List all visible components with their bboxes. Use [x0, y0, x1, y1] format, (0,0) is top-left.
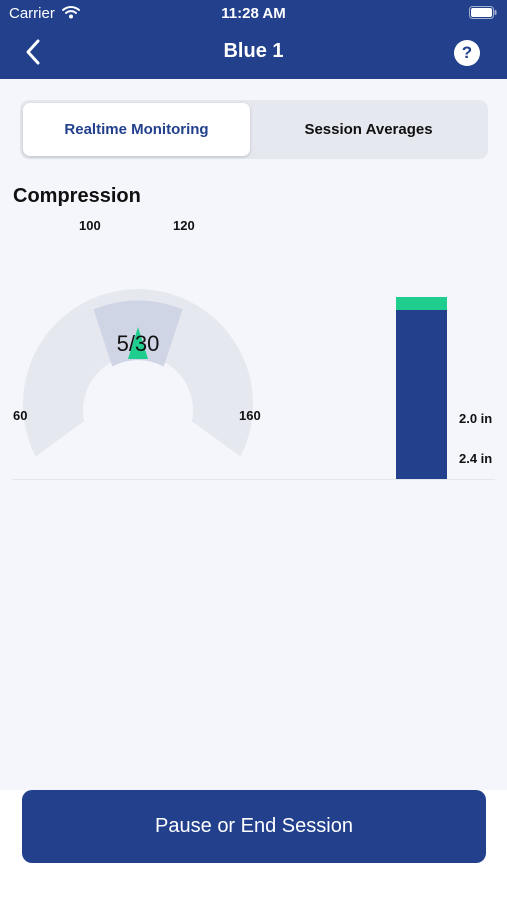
battery-icon [469, 6, 497, 19]
section-divider [12, 479, 495, 480]
tab-realtime-monitoring[interactable]: Realtime Monitoring [23, 103, 250, 156]
gauge-tick-100: 100 [79, 218, 101, 233]
gauge-tick-160: 160 [239, 408, 261, 423]
depth-label-lower: 2.4 in [459, 451, 493, 466]
status-bar: Carrier 11:28 AM [0, 0, 507, 28]
page-title: Blue 1 [223, 40, 284, 62]
main-content: Realtime Monitoring Session Averages Com… [0, 79, 507, 790]
tab-bar: Realtime Monitoring Session Averages [20, 100, 488, 159]
depth-top-marker [396, 297, 447, 310]
help-button[interactable]: ? [454, 40, 480, 66]
navigation-bar: Carrier 11:28 AM Blue 1 ? [0, 0, 507, 79]
gauge-tick-60: 60 [13, 408, 28, 423]
depth-bar-fill [396, 297, 447, 479]
section-title: Compression [13, 185, 141, 207]
clock: 11:28 AM [221, 5, 286, 22]
tab-session-averages[interactable]: Session Averages [252, 103, 485, 156]
bottom-bar: Pause or End Session [0, 790, 507, 900]
compression-count: 5/30 [116, 331, 160, 356]
gauge-tick-120: 120 [173, 218, 195, 233]
pause-or-end-session-button[interactable]: Pause or End Session [22, 790, 486, 863]
depth-label-upper: 2.0 in [459, 411, 493, 426]
rate-gauge [22, 289, 447, 479]
